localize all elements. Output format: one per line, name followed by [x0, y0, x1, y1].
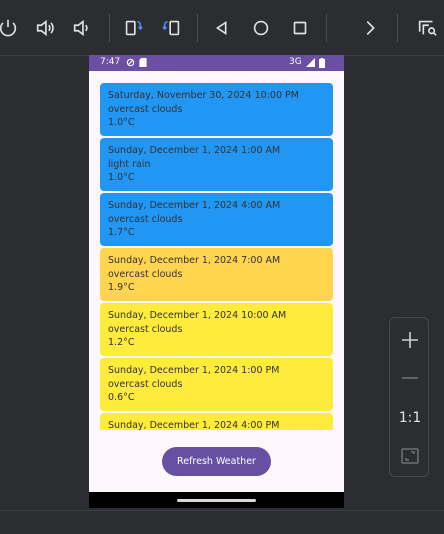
forecast-temperature: 0.6°C — [108, 392, 135, 403]
zoom-one-to-one-button[interactable]: 1:1 — [390, 402, 430, 434]
forecast-datetime: Sunday, December 1, 2024 1:00 AM — [108, 145, 281, 156]
network-type: 3G — [289, 57, 302, 67]
forecast-datetime: Sunday, December 1, 2024 10:00 AM — [108, 310, 287, 321]
forecast-datetime: Saturday, November 30, 2024 10:00 PM — [108, 90, 299, 101]
forecast-description: overcast clouds — [108, 323, 183, 335]
forecast-datetime: Sunday, December 1, 2024 4:00 AM — [108, 200, 281, 211]
volume-up-icon[interactable] — [29, 12, 61, 44]
forecast-datetime: Sunday, December 1, 2024 1:00 PM — [108, 365, 280, 376]
status-time: 7:47 — [100, 57, 121, 67]
forecast-description: overcast clouds — [108, 268, 183, 280]
forecast-temperature: 1.0°C — [108, 172, 135, 183]
forecast-description: light rain — [108, 158, 151, 170]
signal-icon — [306, 58, 315, 70]
forecast-temperature: 1.7°C — [108, 227, 135, 238]
dnd-icon — [126, 58, 135, 70]
back-icon[interactable] — [206, 12, 238, 44]
screenshot-zoom-icon[interactable] — [411, 12, 443, 44]
status-bar: 7:47 3G — [89, 55, 344, 71]
zoom-panel: 1:1 — [389, 317, 429, 477]
sd-card-icon — [139, 58, 147, 70]
forecast-temperature: 1.0°C — [108, 117, 135, 128]
forecast-description: overcast clouds — [108, 103, 183, 115]
battery-icon — [319, 58, 325, 71]
rotate-left-icon[interactable] — [117, 12, 149, 44]
forecast-card: Sunday, December 1, 2024 7:00 AM overcast… — [100, 248, 333, 301]
refresh-weather-button[interactable]: Refresh Weather — [162, 447, 271, 476]
power-icon[interactable] — [0, 12, 24, 44]
phone-screen: 7:47 3G Saturday, November 30, 2024 10:0… — [89, 55, 344, 508]
zoom-one-to-one-label: 1:1 — [398, 410, 422, 426]
emulator-toolbar — [0, 0, 444, 56]
rotate-right-icon[interactable] — [156, 12, 188, 44]
emulator-bottom-bar — [0, 510, 444, 534]
home-icon[interactable] — [245, 12, 277, 44]
gesture-handle[interactable] — [177, 499, 256, 502]
forecast-temperature: 1.2°C — [108, 337, 135, 348]
forecast-datetime: Sunday, December 1, 2024 7:00 AM — [108, 255, 281, 266]
forecast-card: Sunday, December 1, 2024 1:00 PM overcast… — [100, 358, 333, 411]
forecast-card: Sunday, December 1, 2024 4:00 PM — [100, 413, 333, 430]
zoom-in-icon[interactable] — [390, 324, 430, 356]
forecast-card: Sunday, December 1, 2024 1:00 AM light ra… — [100, 138, 333, 191]
fit-screen-icon[interactable] — [390, 440, 430, 472]
forecast-description: overcast clouds — [108, 378, 183, 390]
forecast-card: Sunday, December 1, 2024 4:00 AM overcast… — [100, 193, 333, 246]
forecast-description: overcast clouds — [108, 213, 183, 225]
gesture-navigation-bar — [89, 492, 344, 508]
forecast-datetime: Sunday, December 1, 2024 4:00 PM — [108, 420, 280, 430]
overview-icon[interactable] — [284, 12, 316, 44]
zoom-out-icon[interactable] — [390, 362, 430, 394]
forecast-temperature: 1.9°C — [108, 282, 135, 293]
more-icon[interactable] — [354, 12, 386, 44]
volume-down-icon[interactable] — [66, 12, 98, 44]
forecast-card: Saturday, November 30, 2024 10:00 PM over… — [100, 83, 333, 136]
forecast-list[interactable]: Saturday, November 30, 2024 10:00 PM over… — [89, 71, 344, 430]
forecast-card: Sunday, December 1, 2024 10:00 AM overcas… — [100, 303, 333, 356]
